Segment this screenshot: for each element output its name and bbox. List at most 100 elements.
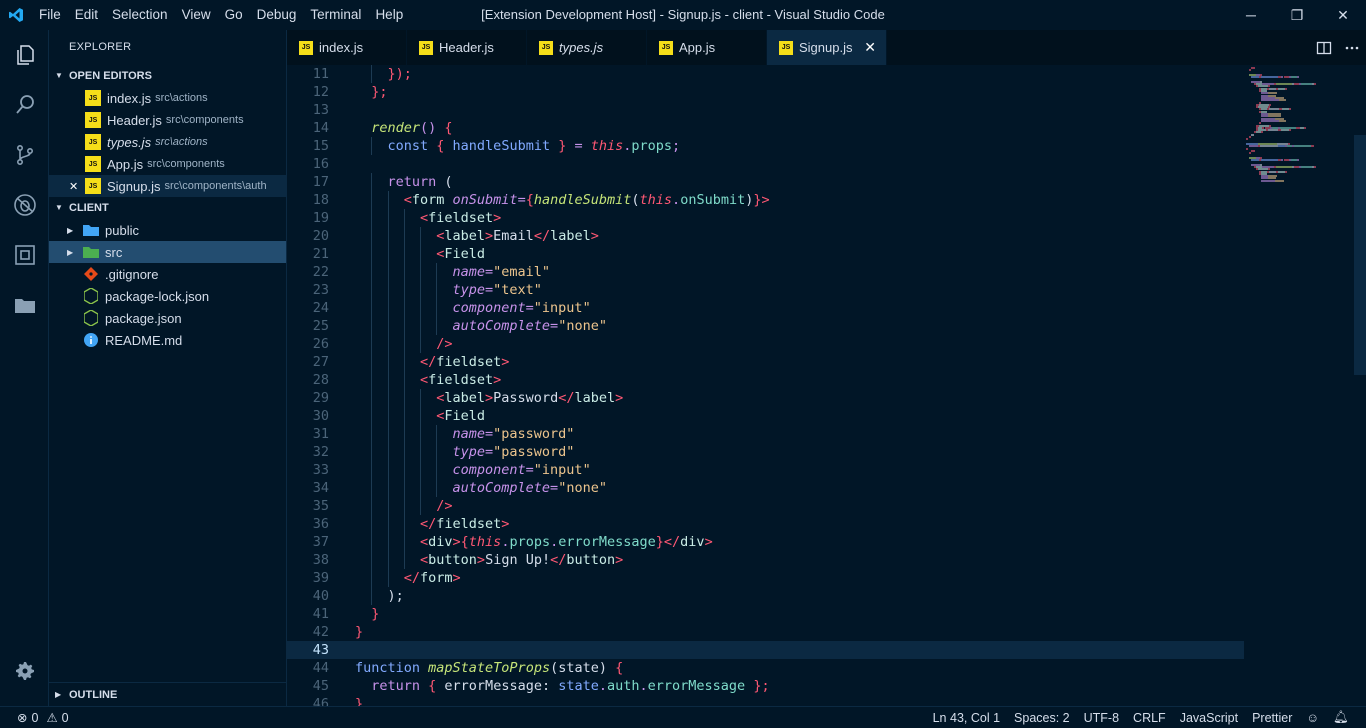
indent-guide xyxy=(371,479,373,497)
indent-guide xyxy=(387,263,389,281)
minimap-segment xyxy=(1251,149,1255,152)
open-editor-item[interactable]: ✕ JS Signup.js src\components\auth xyxy=(49,175,286,197)
menu-selection[interactable]: Selection xyxy=(105,0,175,30)
menu-view[interactable]: View xyxy=(175,0,218,30)
tree-item-label: package-lock.json xyxy=(105,288,210,304)
open-editor-item[interactable]: JS types.js src\actions xyxy=(49,131,286,153)
scrollbar-thumb[interactable] xyxy=(1354,135,1366,375)
minimap[interactable] xyxy=(1244,65,1354,706)
encoding[interactable]: UTF-8 xyxy=(1077,711,1126,725)
tab-signup-js[interactable]: JS Signup.js ✕ xyxy=(767,30,887,65)
code-text: <form onSubmit={handleSubmit(this.onSubm… xyxy=(404,191,770,209)
tab-header-js[interactable]: JS Header.js xyxy=(407,30,527,65)
tree-item-src[interactable]: ▶ src xyxy=(49,241,286,263)
client-folder-header[interactable]: ▼ CLIENT xyxy=(49,197,286,219)
code-token: </ xyxy=(403,570,421,586)
code-text: component="input" xyxy=(453,461,591,479)
open-editors-list: JS index.js src\actions JS Header.js src\comp… xyxy=(49,87,286,197)
menu-edit[interactable]: Edit xyxy=(68,0,105,30)
line-number: 17 xyxy=(312,174,329,190)
feedback-icon[interactable]: ☺ xyxy=(1299,711,1326,725)
code-token: mapStateToProps xyxy=(428,660,551,676)
tab-index-js[interactable]: JS index.js xyxy=(287,30,407,65)
more-actions-icon[interactable] xyxy=(1338,30,1366,65)
code-token: }); xyxy=(387,66,412,82)
code-text: ); xyxy=(388,587,404,605)
tab-app-js[interactable]: JS App.js xyxy=(647,30,767,65)
code-token: > xyxy=(615,552,624,568)
minimap-segment xyxy=(1288,108,1291,111)
minimap-segment xyxy=(1267,129,1279,132)
search-icon[interactable] xyxy=(0,80,49,130)
tree-item-public[interactable]: ▶ public xyxy=(49,219,286,241)
tab-label: App.js xyxy=(679,40,716,55)
code-text: <fieldset> xyxy=(420,371,501,389)
code-token: "text" xyxy=(493,282,542,298)
close-icon[interactable]: ✕ xyxy=(864,39,876,56)
code-token: = xyxy=(574,138,591,154)
code-token: = xyxy=(485,426,494,442)
code-text: <Field xyxy=(436,245,485,263)
indentation[interactable]: Spaces: 2 xyxy=(1007,711,1077,725)
extensions-icon[interactable] xyxy=(0,230,49,280)
code-text: }; xyxy=(371,83,387,101)
open-editor-item[interactable]: JS App.js src\components xyxy=(49,153,286,175)
folder-icon xyxy=(83,244,99,260)
files-icon[interactable] xyxy=(0,30,49,80)
indent-guide xyxy=(420,263,421,281)
debug-icon[interactable] xyxy=(0,180,49,230)
error-icon: ⊗ xyxy=(17,711,28,725)
open-editor-item[interactable]: JS Header.js src\components xyxy=(49,109,286,131)
code-token: }> xyxy=(753,192,770,208)
tree-item--gitignore[interactable]: .gitignore xyxy=(49,263,286,285)
indent-guide xyxy=(403,479,405,497)
tab-types-js[interactable]: JS types.js xyxy=(527,30,647,65)
minimize-button[interactable]: ─ xyxy=(1228,0,1274,30)
code-token: handleSubmit xyxy=(533,192,632,208)
gear-icon[interactable] xyxy=(0,646,49,696)
menu-debug[interactable]: Debug xyxy=(250,0,304,30)
code-line: 13 xyxy=(287,101,1366,119)
tree-item-readme-md[interactable]: README.md xyxy=(49,329,286,351)
line-number: 32 xyxy=(312,444,329,460)
menu-terminal[interactable]: Terminal xyxy=(303,0,368,30)
indent-guide xyxy=(436,299,438,317)
open-editor-item[interactable]: JS index.js src\actions xyxy=(49,87,286,109)
code-token: function xyxy=(355,660,429,676)
line-number: 29 xyxy=(312,390,329,406)
split-editor-icon[interactable] xyxy=(1310,30,1338,65)
code-token: Password xyxy=(493,390,559,406)
restore-button[interactable]: ❐ xyxy=(1274,0,1320,30)
outline-header[interactable]: ▶ OUTLINE xyxy=(49,682,287,706)
code-editor[interactable]: 11}); 12}; 13 14 render() {15 const { handleS… xyxy=(287,65,1366,706)
cursor-position[interactable]: Ln 43, Col 1 xyxy=(926,711,1007,725)
source-control-icon[interactable] xyxy=(0,130,49,180)
tree-item-package-json[interactable]: package.json xyxy=(49,307,286,329)
indent-guide xyxy=(387,335,389,353)
vertical-scrollbar[interactable] xyxy=(1354,65,1366,706)
line-number: 38 xyxy=(312,552,329,568)
menu-help[interactable]: Help xyxy=(368,0,410,30)
close-icon[interactable]: ✕ xyxy=(69,180,85,193)
menu-go[interactable]: Go xyxy=(218,0,250,30)
line-number: 34 xyxy=(312,480,329,496)
folder-icon xyxy=(83,222,99,238)
indent-guide xyxy=(403,443,405,461)
formatter[interactable]: Prettier xyxy=(1245,711,1299,725)
indent-guide xyxy=(420,461,421,479)
end-of-line[interactable]: CRLF xyxy=(1126,711,1173,725)
minimap-segment xyxy=(1269,108,1280,111)
tree-item-package-lock-json[interactable]: package-lock.json xyxy=(49,285,286,307)
menu-file[interactable]: File xyxy=(32,0,68,30)
open-editors-header[interactable]: ▼ OPEN EDITORS xyxy=(49,65,286,87)
language-mode[interactable]: JavaScript xyxy=(1173,711,1245,725)
code-text: function mapStateToProps(state) { xyxy=(355,659,623,677)
indent-guide xyxy=(436,317,438,335)
indent-guide xyxy=(403,263,405,281)
folder-icon[interactable] xyxy=(0,280,49,330)
minimap-segment xyxy=(1248,145,1258,148)
notifications-icon[interactable]: 🔔︎ xyxy=(1326,710,1356,725)
problems-indicator[interactable]: ⊗ 0 ⚠ 0 xyxy=(10,710,76,726)
close-window-button[interactable]: ✕ xyxy=(1320,0,1366,30)
js-file-icon: JS xyxy=(85,178,101,194)
